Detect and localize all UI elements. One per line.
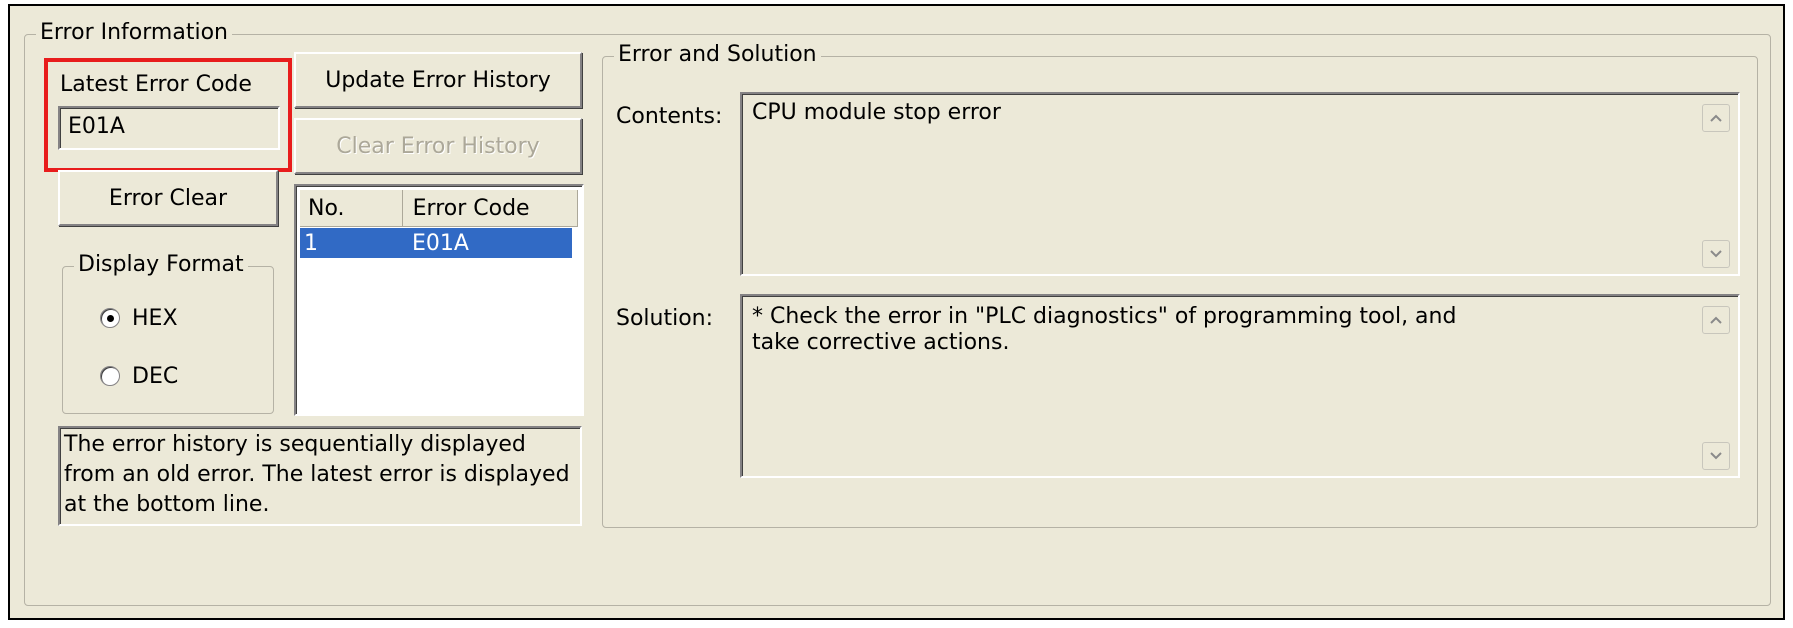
column-header-no[interactable]: No.	[300, 190, 403, 227]
scroll-down-arrow-icon[interactable]	[1702, 442, 1730, 470]
column-header-error-code[interactable]: Error Code	[402, 190, 578, 227]
dec-radio-label[interactable]: DEC	[132, 364, 178, 389]
hex-radio-label[interactable]: HEX	[132, 306, 178, 331]
scroll-up-arrow-icon[interactable]	[1702, 306, 1730, 334]
scroll-down-arrow-icon[interactable]	[1702, 240, 1730, 268]
table-row[interactable]: 1 E01A	[300, 228, 572, 258]
clear-error-history-button[interactable]: Clear Error History	[294, 118, 582, 174]
error-and-solution-title: Error and Solution	[614, 42, 821, 68]
solution-label: Solution:	[616, 306, 714, 331]
scroll-up-arrow-icon[interactable]	[1702, 104, 1730, 132]
history-note: The error history is sequentially displa…	[58, 426, 582, 526]
update-error-history-button[interactable]: Update Error History	[294, 52, 582, 108]
display-format-title: Display Format	[74, 252, 248, 278]
table-cell-error-code: E01A	[412, 230, 469, 256]
display-format-group	[62, 266, 274, 414]
contents-textbox[interactable]: CPU module stop error	[740, 92, 1740, 276]
latest-error-code-field: E01A	[58, 106, 280, 150]
error-history-header: No. Error Code	[300, 190, 578, 227]
error-information-title: Error Information	[36, 20, 232, 46]
error-clear-button[interactable]: Error Clear	[58, 170, 278, 226]
error-history-list[interactable]: No. Error Code 1 E01A	[294, 184, 584, 416]
table-cell-no: 1	[304, 230, 318, 256]
contents-text: CPU module stop error	[752, 100, 1001, 125]
latest-error-code-label: Latest Error Code	[60, 72, 252, 97]
dec-radio[interactable]	[100, 366, 120, 386]
hex-radio[interactable]	[100, 308, 120, 328]
solution-text: * Check the error in "PLC diagnostics" o…	[752, 304, 1464, 355]
error-information-panel: Error Information Latest Error Code E01A…	[8, 4, 1785, 620]
solution-textbox[interactable]: * Check the error in "PLC diagnostics" o…	[740, 294, 1740, 478]
contents-label: Contents:	[616, 104, 723, 129]
